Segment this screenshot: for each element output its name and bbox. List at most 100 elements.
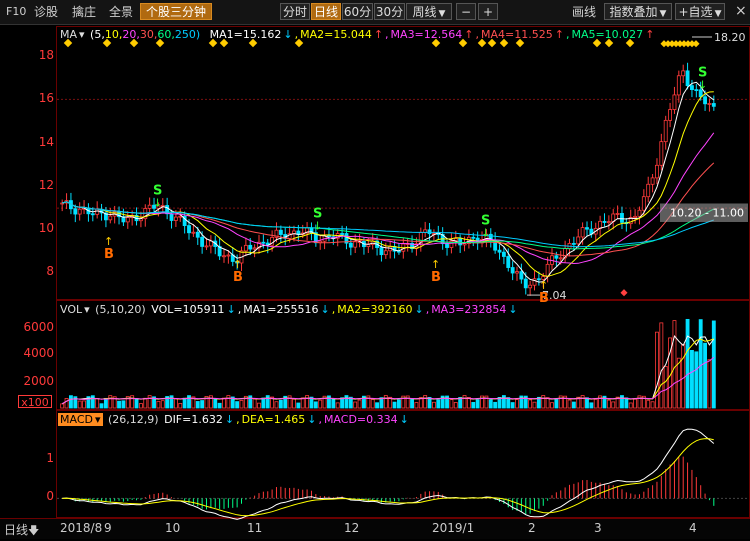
volume-bar (318, 399, 323, 409)
candle (633, 215, 638, 218)
candle (510, 267, 515, 274)
volume-bar (475, 399, 480, 409)
candle (226, 254, 231, 257)
volume-bar (449, 399, 454, 409)
volume-bar (121, 400, 126, 409)
candle (200, 236, 205, 247)
volume-bar (257, 402, 261, 409)
volume-bar (681, 344, 686, 409)
volume-bar (103, 397, 108, 409)
candle (195, 231, 200, 238)
volume-bar (222, 397, 226, 409)
volume-bar (690, 349, 694, 409)
candle (606, 221, 611, 224)
candle (261, 241, 266, 244)
volume-bar (471, 402, 476, 409)
candle (458, 238, 463, 246)
volume-bar (353, 401, 358, 409)
candle (659, 141, 664, 166)
volume-bar (501, 395, 506, 409)
volume-bar (143, 397, 148, 409)
volume-bar (436, 399, 441, 409)
event-marker-icon (431, 38, 441, 48)
candle (571, 243, 576, 245)
volume-bar (173, 398, 178, 409)
volume-bar (99, 403, 104, 409)
event-marker-icon (487, 38, 497, 48)
volume-bar (637, 395, 642, 409)
event-marker-icon (625, 38, 635, 48)
volume-bar (366, 395, 371, 409)
candle (340, 233, 345, 235)
candle (532, 278, 537, 286)
event-marker-icon (620, 289, 628, 297)
candle (77, 208, 82, 215)
volume-bar (703, 342, 707, 409)
candle (703, 96, 707, 105)
volume-bar (663, 366, 668, 409)
volume-bar (357, 399, 362, 409)
volume-bar (589, 402, 594, 409)
kline-chart[interactable]: 10.20 - 11.0018.207.04↑B↑B↑B↑BS↓S↓ S↓S↓ (0, 0, 750, 538)
volume-bar (195, 401, 200, 409)
volume-bar (261, 397, 266, 409)
volume-bar (545, 397, 550, 409)
volume-bar (265, 395, 270, 409)
candle (383, 250, 388, 256)
volume-bar (510, 402, 515, 409)
volume-bar (672, 320, 677, 409)
buy-signal: B (233, 270, 243, 285)
vol-ma-line-10 (61, 338, 714, 405)
volume-bar (169, 395, 174, 409)
candle (523, 278, 528, 289)
candle (519, 271, 524, 280)
volume-bar (95, 398, 100, 409)
volume-bar (82, 400, 86, 409)
candle (278, 229, 283, 235)
candle (655, 164, 659, 179)
volume-bar (624, 397, 629, 409)
volume-bar (117, 400, 121, 409)
candle (108, 215, 113, 221)
volume-bar (375, 402, 379, 409)
volume-bar (217, 402, 222, 409)
volume-bar (397, 399, 401, 409)
volume-bar (707, 359, 712, 409)
event-marker-icon (692, 40, 700, 48)
candle (528, 284, 533, 289)
candle (637, 209, 642, 217)
event-marker-icon (515, 38, 525, 48)
volume-bar (558, 395, 563, 409)
event-marker-icon (592, 38, 602, 48)
volume-bar (344, 395, 349, 409)
volume-bar (598, 395, 603, 409)
volume-bar (541, 395, 546, 409)
volume-bar (156, 400, 161, 409)
volume-bar (147, 395, 152, 409)
volume-bar (335, 402, 340, 409)
candle (497, 249, 502, 253)
candle (506, 256, 511, 268)
candle (445, 243, 449, 248)
sell-arrow-icon: ↓ (153, 197, 162, 210)
volume-bar (698, 319, 703, 409)
volume-bar (77, 400, 82, 409)
candle (650, 177, 655, 185)
volume-bar (327, 395, 331, 409)
volume-bar (226, 395, 231, 409)
volume-bar (138, 403, 143, 409)
volume-bar (278, 399, 283, 409)
volume-bar (628, 402, 633, 409)
candle (554, 255, 559, 259)
event-marker-icon (604, 38, 614, 48)
candle (580, 227, 585, 238)
volume-bar (313, 401, 318, 409)
volume-bar (208, 395, 213, 409)
event-marker-icon (294, 38, 304, 48)
candle (191, 231, 196, 234)
volume-bar (60, 403, 65, 409)
volume-bar (274, 401, 279, 409)
candle (204, 245, 209, 248)
price-zone-label: 10.20 - 11.00 (670, 207, 744, 220)
candle (90, 213, 95, 216)
